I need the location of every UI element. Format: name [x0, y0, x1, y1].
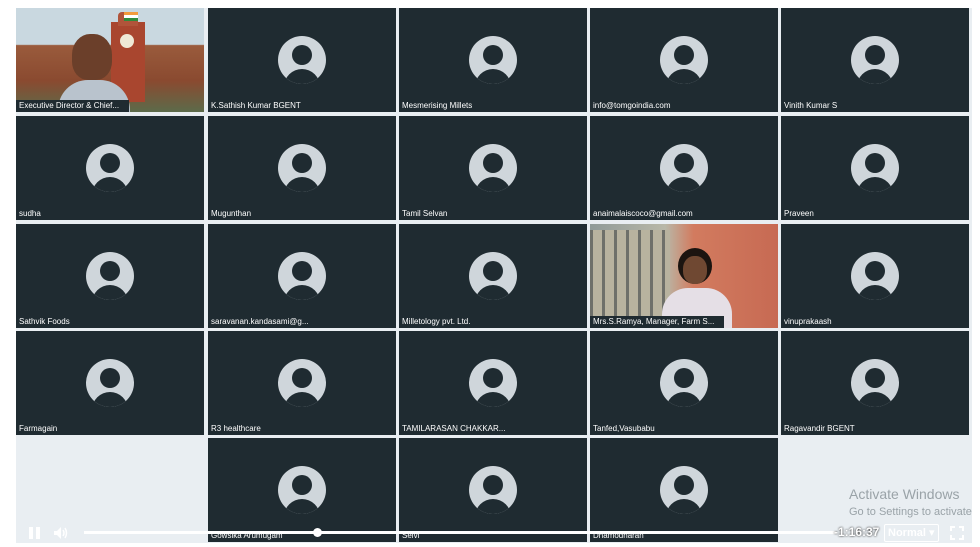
avatar-placeholder-icon [851, 359, 899, 407]
avatar-placeholder-icon [469, 144, 517, 192]
progress-fill [84, 531, 318, 534]
avatar-placeholder-icon [86, 359, 134, 407]
quality-label: Normal [888, 527, 926, 539]
fullscreen-icon[interactable] [948, 524, 966, 542]
progress-knob[interactable] [313, 528, 323, 537]
avatar-placeholder-icon [851, 252, 899, 300]
participant-name: Mugunthan [208, 208, 262, 220]
avatar-placeholder-icon [278, 466, 326, 514]
participant-grid: Executive Director & Chief... K.Sathish K… [16, 8, 972, 543]
avatar-placeholder-icon [469, 466, 517, 514]
participant-name: Praveen [781, 208, 824, 220]
video-player: Executive Director & Chief... K.Sathish K… [0, 0, 980, 547]
participant-name: vinuprakaash [781, 316, 842, 328]
progress-remaining [317, 531, 836, 534]
participant-name: TAMILARASAN CHAKKAR... [399, 423, 516, 435]
participant-tile[interactable]: anaimalaiscoco@gmail.com [590, 116, 778, 220]
participant-tile[interactable]: Milletology pvt. Ltd. [399, 224, 587, 328]
avatar-placeholder-icon [469, 359, 517, 407]
pause-icon[interactable] [26, 524, 44, 542]
participant-name: saravanan.kandasami@g... [208, 316, 319, 328]
quality-select[interactable]: Normal ▾ [884, 524, 939, 542]
avatar-placeholder-icon [660, 359, 708, 407]
participant-tile[interactable]: sudha [16, 116, 204, 220]
participant-tile[interactable]: Farmagain [16, 331, 204, 435]
participant-video [16, 8, 204, 112]
participant-name: sudha [16, 208, 51, 220]
participant-tile[interactable]: saravanan.kandasami@g... [208, 224, 396, 328]
participant-tile[interactable]: TAMILARASAN CHAKKAR... [399, 331, 587, 435]
participant-tile[interactable]: Tamil Selvan [399, 116, 587, 220]
avatar-placeholder-icon [660, 36, 708, 84]
participant-name: Mrs.S.Ramya, Manager, Farm S... [590, 316, 725, 328]
participant-tile[interactable]: info@tomgoindia.com [590, 8, 778, 112]
avatar-placeholder-icon [851, 144, 899, 192]
participant-tile[interactable]: Mrs.S.Ramya, Manager, Farm S... [590, 224, 778, 328]
avatar-placeholder-icon [86, 144, 134, 192]
participant-name: Milletology pvt. Ltd. [399, 316, 481, 328]
participant-name: Ragavandir BGENT [781, 423, 865, 435]
participant-tile[interactable]: Mesmerising Millets [399, 8, 587, 112]
participant-tile[interactable]: Executive Director & Chief... [16, 8, 204, 112]
participant-tile[interactable]: K.Sathish Kumar BGENT [208, 8, 396, 112]
avatar-placeholder-icon [851, 36, 899, 84]
participant-name: anaimalaiscoco@gmail.com [590, 208, 703, 220]
avatar-placeholder-icon [278, 144, 326, 192]
participant-name: Mesmerising Millets [399, 100, 483, 112]
player-controls: -1:16:37 Normal ▾ [16, 520, 972, 545]
activate-windows-title: Activate Windows [849, 486, 960, 502]
participant-name: info@tomgoindia.com [590, 100, 681, 112]
time-remaining: -1:16:37 [834, 525, 880, 539]
participant-tile[interactable]: vinuprakaash [781, 224, 969, 328]
avatar-placeholder-icon [469, 36, 517, 84]
avatar-placeholder-icon [660, 144, 708, 192]
participant-name: R3 healthcare [208, 423, 271, 435]
participant-name: Vinith Kumar S [781, 100, 848, 112]
participant-tile[interactable]: Vinith Kumar S [781, 8, 969, 112]
participant-video [590, 224, 778, 328]
participant-tile[interactable]: Ragavandir BGENT [781, 331, 969, 435]
avatar-placeholder-icon [278, 36, 326, 84]
activate-windows-subtitle: Go to Settings to activate [849, 506, 972, 518]
avatar-placeholder-icon [86, 252, 134, 300]
avatar-placeholder-icon [278, 252, 326, 300]
avatar-placeholder-icon [660, 466, 708, 514]
participant-name: Executive Director & Chief... [16, 100, 130, 112]
avatar-placeholder-icon [469, 252, 517, 300]
chevron-down-icon: ▾ [928, 527, 935, 539]
participant-name: Tamil Selvan [399, 208, 458, 220]
volume-icon[interactable] [52, 524, 70, 542]
participant-tile[interactable]: Mugunthan [208, 116, 396, 220]
progress-bar[interactable] [84, 528, 836, 537]
participant-name: Tanfed,Vasubabu [590, 423, 665, 435]
participant-tile[interactable]: Praveen [781, 116, 969, 220]
participant-name: Sathvik Foods [16, 316, 80, 328]
participant-tile[interactable]: R3 healthcare [208, 331, 396, 435]
participant-name: Farmagain [16, 423, 68, 435]
participant-tile[interactable]: Sathvik Foods [16, 224, 204, 328]
avatar-placeholder-icon [278, 359, 326, 407]
participant-name: K.Sathish Kumar BGENT [208, 100, 311, 112]
participant-tile[interactable]: Tanfed,Vasubabu [590, 331, 778, 435]
